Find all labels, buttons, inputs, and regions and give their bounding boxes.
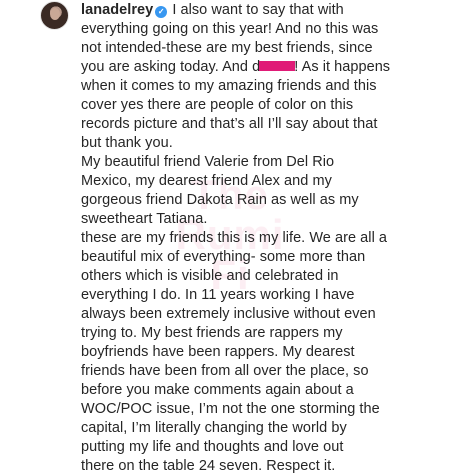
comment-line: but thank you. (81, 135, 173, 151)
comment-line: everything I do. In 11 years working I h… (81, 287, 355, 303)
comment-text: ! As it happens (294, 59, 391, 75)
comment-line: sweetheart Tatiana. (81, 211, 208, 227)
comment-line: these are my friends this is my life. We… (81, 230, 388, 246)
verified-badge-icon: ✓ (155, 6, 168, 18)
comment-line: others which is visible and celebrated i… (81, 268, 339, 284)
comment-line: when it comes to my amazing friends and … (81, 78, 377, 94)
comment-line: friends have been from all over the plac… (81, 363, 369, 379)
comment-line: beautiful mix of everything- some more t… (81, 249, 366, 265)
comment-line: Mexico, my dearest friend Alex and my (81, 173, 332, 189)
comment-line: trying to. My best friends are rappers m… (81, 325, 343, 341)
comment-line: before you make comments again about a (81, 382, 354, 398)
comment-line: always been extremely inclusive without … (81, 306, 376, 322)
comment-line: My beautiful friend Valerie from Del Rio (81, 154, 335, 170)
comment-line: cover yes there are people of color on t… (81, 97, 354, 113)
comment-line: gorgeous friend Dakota Rain as well as m… (81, 192, 359, 208)
comment-text: I also want to say that with (172, 2, 344, 18)
comment-line: you are asking today. And d ! As it happe… (81, 58, 451, 77)
comment-text: you are asking today. And d (81, 59, 261, 75)
comment-body: lanadelrey ✓ I also want to say that with… (81, 1, 451, 476)
comment-line: capital, I’m literally changing the worl… (81, 420, 347, 436)
censor-bar (259, 61, 296, 71)
comment-avatar[interactable] (40, 1, 69, 30)
comment-line: not intended-these are my best friends, … (81, 40, 373, 56)
comment-line: records picture and that’s all I’ll say … (81, 116, 378, 132)
comment-line: putting my life and thoughts and love ou… (81, 439, 344, 455)
username-link[interactable]: lanadelrey (81, 2, 153, 18)
comment-line: boyfriends have been rappers. My dearest (81, 344, 355, 360)
comment-line: WOC/POC issue, I’m not the one storming … (81, 401, 380, 417)
comment-line: there on the table 24 seven. Respect it. (81, 458, 336, 474)
avatar-face (50, 8, 60, 20)
comment-line: everything going on this year! And no th… (81, 21, 379, 37)
comment-line: lanadelrey ✓ I also want to say that with (81, 1, 451, 20)
